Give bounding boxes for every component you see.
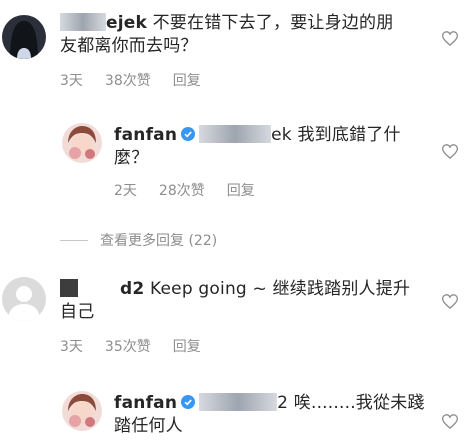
heart-icon[interactable] [442, 144, 458, 159]
like-count[interactable]: 35次赞 [105, 339, 151, 355]
timestamp: 2天 [114, 183, 137, 199]
username[interactable]: d2 [120, 279, 144, 299]
comment-meta: 3天 35次赞 回复 [60, 336, 223, 356]
avatar[interactable] [2, 15, 46, 59]
heart-icon[interactable] [442, 31, 458, 46]
avatar[interactable] [62, 391, 102, 431]
heart-icon[interactable] [442, 294, 458, 309]
censored-mention [199, 393, 278, 411]
username[interactable]: fanfan [114, 393, 177, 413]
comment-3: d2 Keep going ~ 继续践踏别人提升 自己 3天 35次赞 回复 [0, 268, 476, 363]
comment-4: fanfan 2 唉........我從未踐 踏任何人 [0, 378, 476, 441]
censored-username [60, 13, 106, 31]
comment-2: fanfan ek 我到底錯了什 麼？ 2天 28次赞 回复 [0, 110, 476, 210]
avatar[interactable] [2, 277, 46, 321]
username[interactable]: fanfan [114, 125, 177, 145]
view-more-replies[interactable]: 查看更多回复 (22) [60, 230, 217, 250]
divider [60, 239, 88, 241]
mention[interactable]: ek [271, 125, 292, 145]
reply-button[interactable]: 回复 [227, 183, 255, 199]
censored-username [60, 279, 120, 297]
timestamp: 3天 [60, 339, 83, 355]
verified-icon [181, 127, 196, 141]
comment-1: ejek 不要在错下去了，要让身边的朋 友都离你而去吗？ 3天 38次赞 回复 [0, 0, 476, 100]
censored-mention [199, 125, 272, 143]
comment-text: fanfan 2 唉........我從未踐 踏任何人 [114, 393, 425, 436]
timestamp: 3天 [60, 73, 83, 89]
reply-button[interactable]: 回复 [173, 339, 201, 355]
heart-icon[interactable] [442, 414, 458, 429]
username[interactable]: ejek [106, 13, 147, 33]
like-count[interactable]: 28次赞 [159, 183, 205, 199]
comment-text: d2 Keep going ~ 继续践踏别人提升 自己 [60, 279, 411, 322]
reply-button[interactable]: 回复 [173, 73, 201, 89]
verified-icon [181, 395, 196, 409]
comment-text: fanfan ek 我到底錯了什 麼？ [114, 125, 401, 168]
comment-text: ejek 不要在错下去了，要让身边的朋 友都离你而去吗？ [60, 13, 394, 56]
like-count[interactable]: 38次赞 [105, 73, 151, 89]
comment-meta: 2天 28次赞 回复 [114, 180, 277, 200]
comment-meta: 3天 38次赞 回复 [60, 70, 223, 90]
mention[interactable]: 2 [277, 393, 288, 413]
avatar[interactable] [62, 123, 102, 163]
